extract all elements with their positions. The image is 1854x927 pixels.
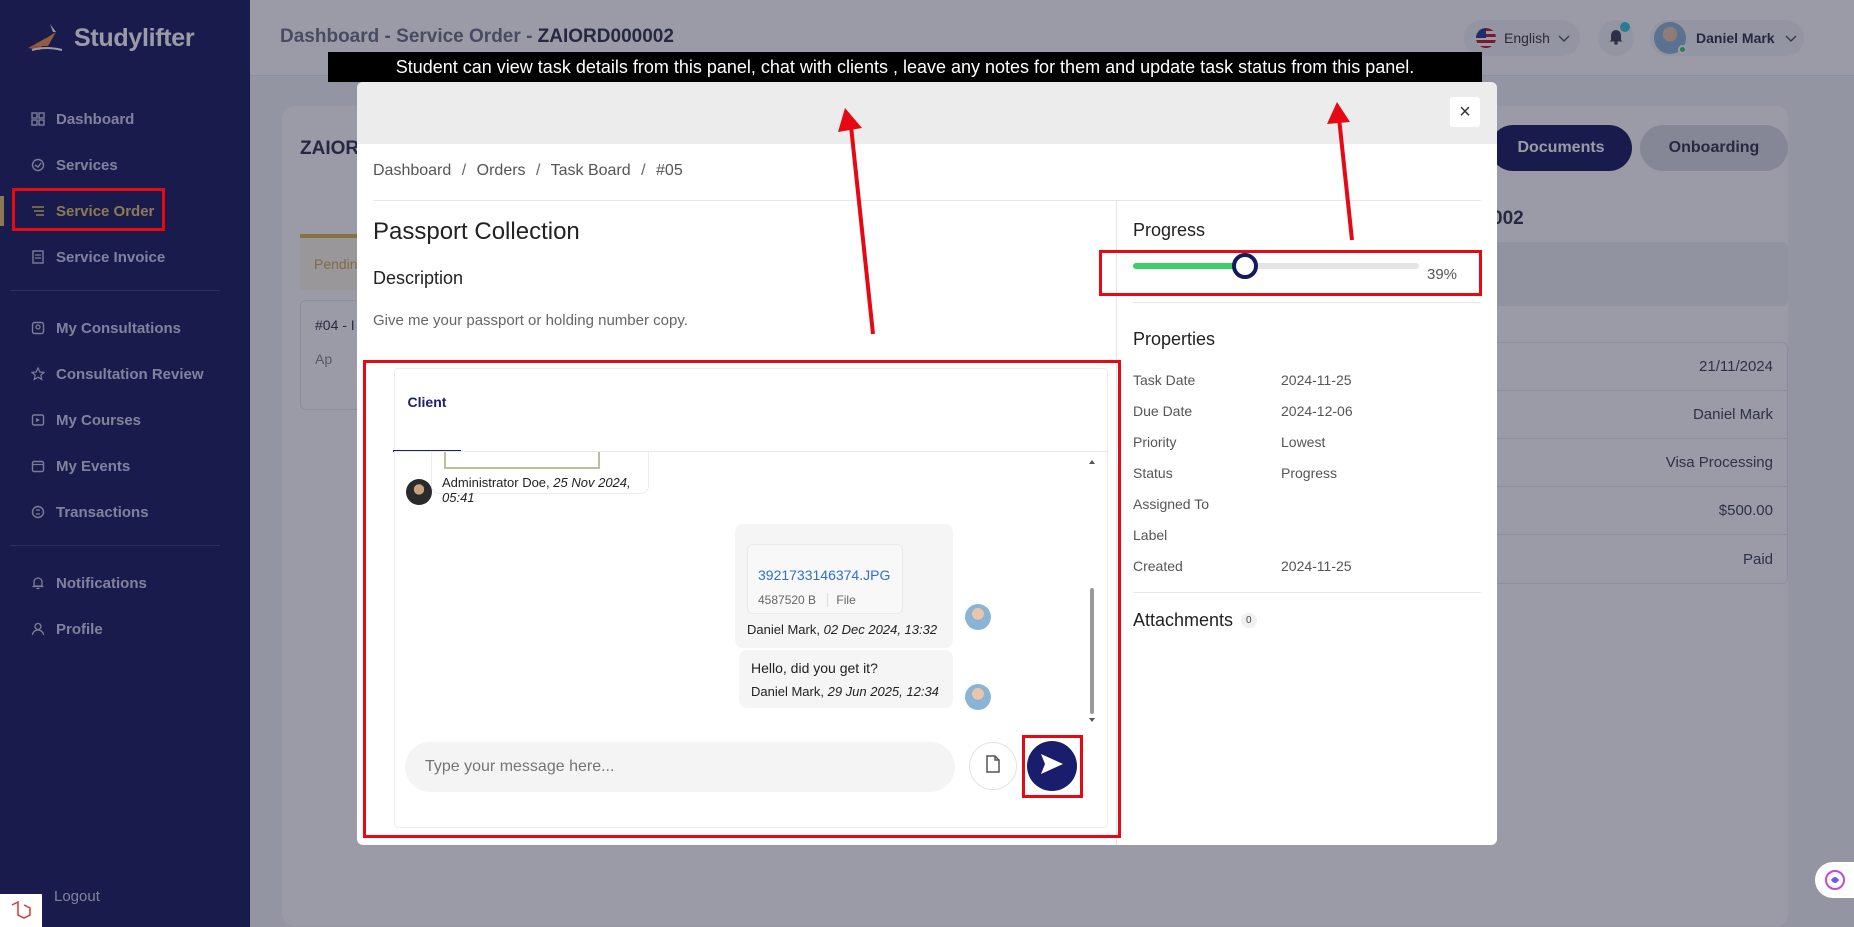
annotation-arrows (838, 102, 1354, 335)
laravel-debug-icon[interactable] (0, 894, 42, 927)
assistant-icon[interactable] (1815, 862, 1854, 898)
